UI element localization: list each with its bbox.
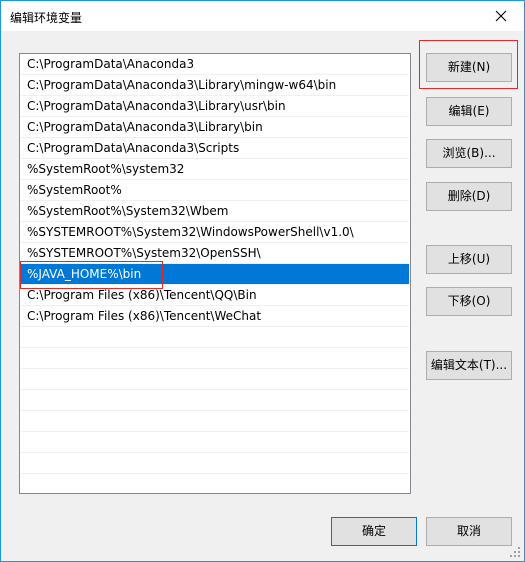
ok-button[interactable]: 确定 [331,517,417,546]
edit-environment-variable-dialog: 编辑环境变量 C:\ProgramData\Anaconda3 C:\Progr… [0,0,525,562]
title-bar[interactable]: 编辑环境变量 [1,1,524,31]
close-icon [495,10,507,22]
path-list[interactable]: C:\ProgramData\Anaconda3 C:\ProgramData\… [19,53,411,494]
empty-list-row[interactable] [21,348,409,369]
window-title: 编辑环境变量 [10,11,83,25]
move-up-button[interactable]: 上移(U) [426,245,512,274]
list-item[interactable]: C:\ProgramData\Anaconda3\Library\bin [21,117,409,138]
delete-button[interactable]: 删除(D) [426,182,512,211]
empty-list-row[interactable] [21,411,409,432]
list-item[interactable]: C:\ProgramData\Anaconda3\Library\mingw-w… [21,75,409,96]
edit-button[interactable]: 编辑(E) [426,97,512,126]
edit-text-button[interactable]: 编辑文本(T)... [426,351,512,380]
list-item[interactable]: %SystemRoot%\system32 [21,159,409,180]
empty-list-row[interactable] [21,327,409,348]
list-item[interactable]: C:\ProgramData\Anaconda3\Scripts [21,138,409,159]
cancel-button[interactable]: 取消 [426,517,512,546]
list-item[interactable]: C:\Program Files (x86)\Tencent\WeChat [21,306,409,327]
list-item[interactable]: C:\ProgramData\Anaconda3\Library\usr\bin [21,96,409,117]
move-down-button[interactable]: 下移(O) [426,287,512,316]
list-item[interactable]: %SystemRoot% [21,180,409,201]
empty-list-row[interactable] [21,390,409,411]
empty-list-row[interactable] [21,453,409,474]
browse-button[interactable]: 浏览(B)... [426,139,512,168]
list-item[interactable]: C:\ProgramData\Anaconda3 [21,54,409,75]
list-item[interactable]: %JAVA_HOME%\bin [21,264,409,285]
empty-list-row[interactable] [21,432,409,453]
list-item[interactable]: %SystemRoot%\System32\Wbem [21,201,409,222]
list-item[interactable]: %SYSTEMROOT%\System32\WindowsPowerShell\… [21,222,409,243]
empty-list-row[interactable] [21,474,409,493]
new-button[interactable]: 新建(N) [426,53,512,82]
list-item[interactable]: C:\Program Files (x86)\Tencent\QQ\Bin [21,285,409,306]
resize-grip-icon[interactable] [509,546,521,558]
empty-list-row[interactable] [21,369,409,390]
list-item[interactable]: %SYSTEMROOT%\System32\OpenSSH\ [21,243,409,264]
close-button[interactable] [478,1,524,31]
